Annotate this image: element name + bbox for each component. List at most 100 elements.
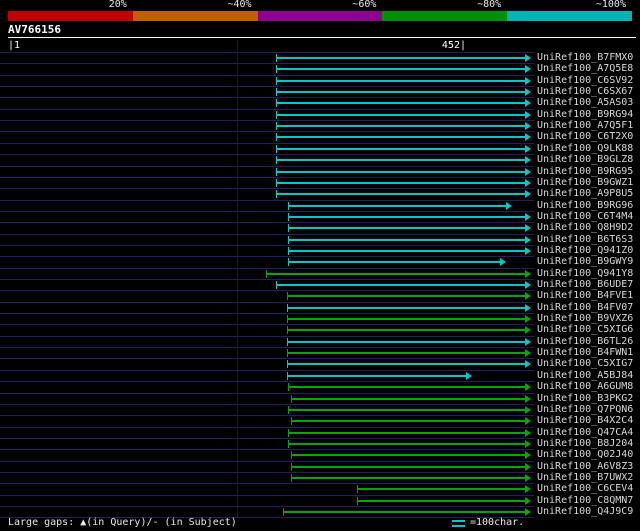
hit-label[interactable]: UniRef100_B7FMX0 [537,52,633,63]
hit-bar[interactable] [276,281,531,289]
hit-row[interactable]: UniRef100_Q02J40 [0,449,640,460]
hit-row[interactable]: UniRef100_B7UWX2 [0,472,640,483]
hit-row[interactable]: UniRef100_A6V8Z3 [0,461,640,472]
hit-label[interactable]: UniRef100_B4X2C4 [537,415,633,426]
hit-bar[interactable] [288,224,531,233]
hit-row[interactable]: UniRef100_A9P8U5 [0,188,640,199]
hit-label[interactable]: UniRef100_C6CEV4 [537,483,633,494]
hit-label[interactable]: UniRef100_B6T6S3 [537,234,633,245]
hit-label[interactable]: UniRef100_B4FV07 [537,302,633,313]
hit-bar[interactable] [287,326,531,335]
hit-label[interactable]: UniRef100_C5XIG6 [537,324,633,335]
hit-bar[interactable] [288,212,531,221]
hit-label[interactable]: UniRef100_Q47CA4 [537,427,633,438]
hit-bar[interactable] [288,383,531,392]
hit-bar[interactable] [287,315,531,324]
hit-row[interactable]: UniRef100_Q941Z0 [0,245,640,256]
hit-row[interactable]: UniRef100_C6CEV4 [0,483,640,494]
hit-row[interactable]: UniRef100_Q9LK88 [0,143,640,154]
hit-label[interactable]: UniRef100_B9GWZ1 [537,177,633,188]
hit-row[interactable]: UniRef100_C6SX67 [0,86,640,97]
hit-label[interactable]: UniRef100_Q941Y8 [537,268,633,279]
hit-bar[interactable] [283,508,531,516]
hit-label[interactable]: UniRef100_B9VXZ6 [537,313,633,324]
hit-label[interactable]: UniRef100_B6TL26 [537,336,633,347]
hit-row[interactable]: UniRef100_C8QMN7 [0,495,640,506]
hit-label[interactable]: UniRef100_A7Q5F1 [537,120,633,131]
hit-bar[interactable] [276,110,531,119]
hit-row[interactable]: UniRef100_B6UDE7 [0,279,640,290]
hit-label[interactable]: UniRef100_B9RG94 [537,109,633,120]
hit-bar[interactable] [276,122,531,131]
hit-bar[interactable] [276,76,531,85]
hit-label[interactable]: UniRef100_A5AS03 [537,97,633,108]
hit-bar[interactable] [288,439,531,448]
hit-row[interactable]: UniRef100_B9RG94 [0,109,640,120]
hit-label[interactable]: UniRef100_Q8H9D2 [537,222,633,233]
hit-row[interactable]: UniRef100_A5AS03 [0,97,640,108]
hit-row[interactable]: UniRef100_A7Q5E8 [0,63,640,74]
hit-row[interactable]: UniRef100_C5XIG7 [0,358,640,369]
hit-label[interactable]: UniRef100_B4FVE1 [537,290,633,301]
hit-row[interactable]: UniRef100_B4FVE1 [0,290,640,301]
hit-bar[interactable] [276,65,531,74]
hit-row[interactable]: UniRef100_B4FWN1 [0,347,640,358]
hit-row[interactable]: UniRef100_B4X2C4 [0,415,640,426]
hit-bar[interactable] [276,133,531,142]
hit-row[interactable]: UniRef100_C6T2X0 [0,131,640,142]
hit-label[interactable]: UniRef100_C6SV92 [537,75,633,86]
hit-label[interactable]: UniRef100_Q941Z0 [537,245,633,256]
hit-bar[interactable] [291,473,531,482]
hit-bar[interactable] [287,292,531,301]
hit-row[interactable]: UniRef100_B9VXZ6 [0,313,640,324]
hit-label[interactable]: UniRef100_Q7PQN6 [537,404,633,415]
hit-label[interactable]: UniRef100_Q9LK88 [537,143,633,154]
hit-bar[interactable] [276,144,531,153]
hit-row[interactable]: UniRef100_A5BJ84 [0,370,640,381]
hit-row[interactable]: UniRef100_B8J204 [0,438,640,449]
hit-label[interactable]: UniRef100_B7UWX2 [537,472,633,483]
hit-row[interactable]: UniRef100_Q4J9C9 [0,506,640,517]
hit-bar[interactable] [291,451,531,460]
hit-row[interactable]: UniRef100_B7FMX0 [0,52,640,63]
hit-label[interactable]: UniRef100_B9RG96 [537,200,633,211]
hit-bar[interactable] [287,360,531,369]
hit-label[interactable]: UniRef100_B9RG95 [537,166,633,177]
hit-bar[interactable] [291,462,531,471]
hit-row[interactable]: UniRef100_B3PKG2 [0,393,640,404]
hit-row[interactable]: UniRef100_B9GWZ1 [0,177,640,188]
hit-row[interactable]: UniRef100_Q47CA4 [0,427,640,438]
hit-bar[interactable] [287,371,472,380]
hit-bar[interactable] [287,349,531,358]
hit-row[interactable]: UniRef100_Q7PQN6 [0,404,640,415]
hit-bar[interactable] [288,235,531,244]
hit-bar[interactable] [276,156,531,165]
hit-label[interactable]: UniRef100_C6T2X0 [537,131,633,142]
hit-row[interactable]: UniRef100_B9RG96 [0,200,640,211]
hit-label[interactable]: UniRef100_B9GLZ8 [537,154,633,165]
hit-bar[interactable] [288,405,531,414]
hit-bar[interactable] [291,394,531,403]
hit-row[interactable]: UniRef100_C6SV92 [0,75,640,86]
hit-label[interactable]: UniRef100_A5BJ84 [537,370,633,381]
hit-label[interactable]: UniRef100_C5XIG7 [537,358,633,369]
hit-bar[interactable] [276,88,531,97]
hit-bar[interactable] [287,337,531,346]
hit-row[interactable]: UniRef100_A6GUM8 [0,381,640,392]
hit-bar[interactable] [357,496,531,505]
hit-label[interactable]: UniRef100_A7Q5E8 [537,63,633,74]
hit-row[interactable]: UniRef100_A7Q5F1 [0,120,640,131]
hit-label[interactable]: UniRef100_Q02J40 [537,449,633,460]
hit-bar[interactable] [276,178,531,187]
hit-label[interactable]: UniRef100_A9P8U5 [537,188,633,199]
hit-row[interactable]: UniRef100_B6T6S3 [0,234,640,245]
hit-bar[interactable] [276,99,531,108]
hit-bar[interactable] [288,246,531,255]
hit-bar[interactable] [287,303,531,312]
hit-label[interactable]: UniRef100_A6GUM8 [537,381,633,392]
hit-bar[interactable] [266,269,531,278]
hit-bar[interactable] [291,417,531,426]
hit-row[interactable]: UniRef100_C6T4M4 [0,211,640,222]
hit-label[interactable]: UniRef100_C6T4M4 [537,211,633,222]
hit-row[interactable]: UniRef100_B9GWY9 [0,256,640,267]
